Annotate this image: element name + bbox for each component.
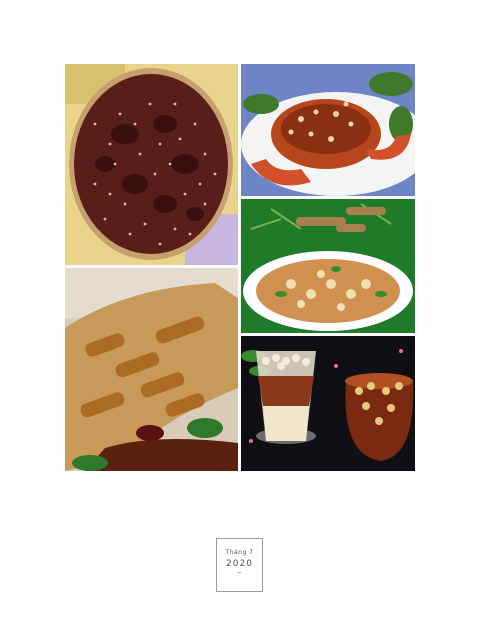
stamp-month: Tháng 7 <box>225 549 254 556</box>
date-stamp: Tháng 7 2020 – <box>216 538 263 592</box>
tamarind-snail-dish-photo <box>241 199 415 333</box>
tamarind-drinks-photo <box>241 336 415 471</box>
stamp-dash: – <box>237 568 242 577</box>
glazed-squid-photo <box>65 268 238 471</box>
tamarind-crab-photo <box>241 64 415 196</box>
tamarind-sesame-sauce-photo <box>65 64 238 265</box>
